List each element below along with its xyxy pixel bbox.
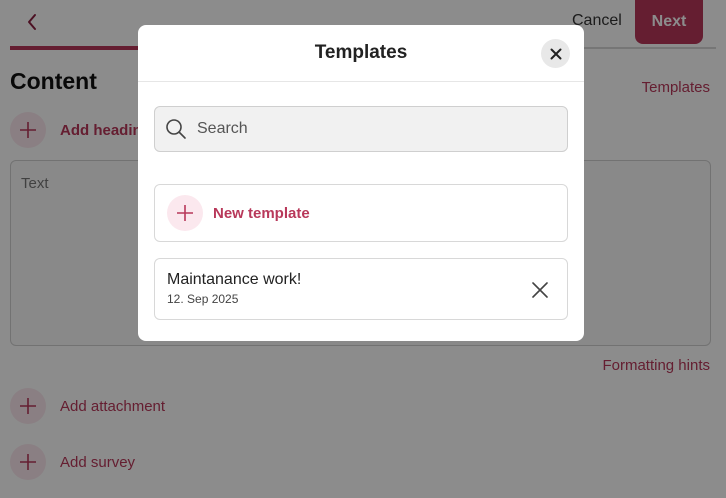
- new-template-button[interactable]: New template: [154, 184, 568, 242]
- search-icon: [166, 119, 186, 139]
- close-button[interactable]: [541, 39, 570, 68]
- plus-icon: [167, 195, 203, 231]
- search-placeholder: Search: [197, 120, 248, 137]
- search-input[interactable]: Search: [154, 106, 568, 152]
- close-icon: [550, 48, 561, 59]
- remove-template-button[interactable]: [529, 279, 551, 301]
- close-icon: [532, 282, 548, 298]
- template-list-item[interactable]: Maintanance work! 12. Sep 2025: [154, 258, 568, 320]
- template-date: 12. Sep 2025: [167, 292, 239, 306]
- dialog-header: Templates: [138, 25, 584, 82]
- template-name: Maintanance work!: [167, 271, 302, 288]
- templates-dialog: Templates Search New template Maintananc…: [138, 25, 584, 341]
- new-template-label: New template: [213, 204, 310, 222]
- dialog-title: Templates: [314, 42, 408, 63]
